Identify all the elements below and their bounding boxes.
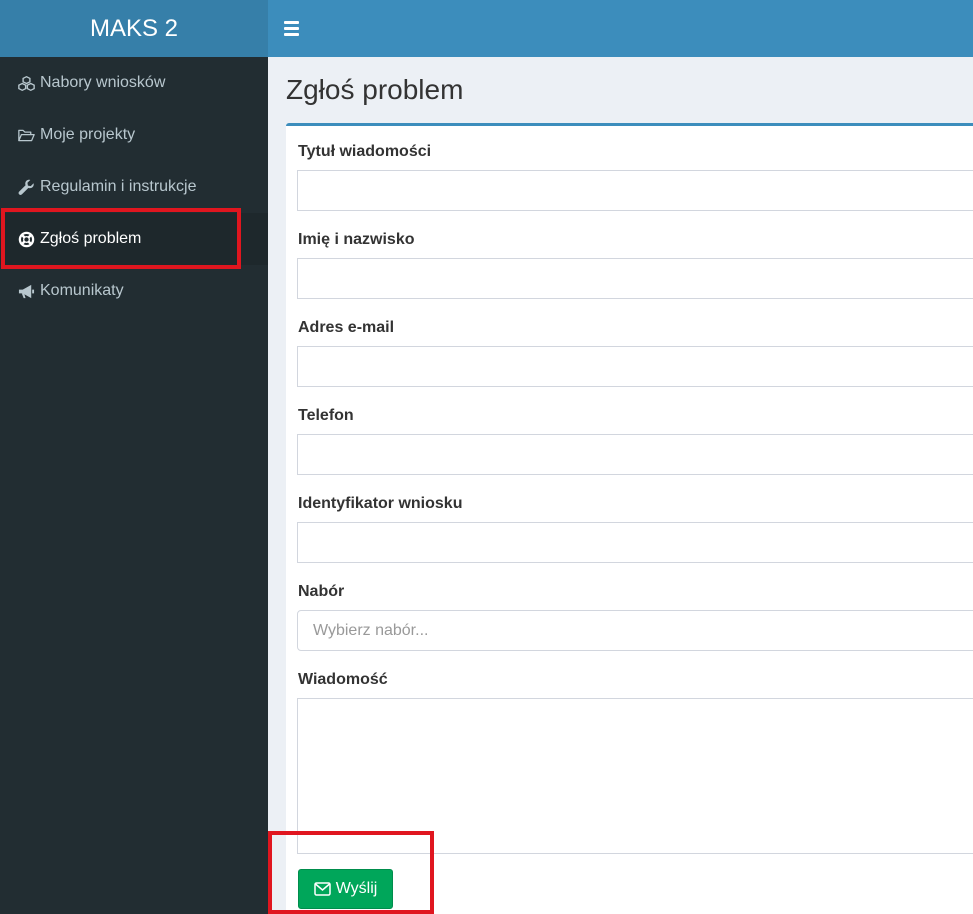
phone-label: Telefon (298, 407, 354, 424)
phone-input[interactable] (297, 434, 973, 475)
sidebar-item-zglos-problem[interactable]: Zgłoś problem (0, 213, 268, 265)
message-label: Wiadomość (298, 671, 388, 688)
wrench-icon (16, 178, 36, 196)
sidebar-item-komunikaty[interactable]: Komunikaty (0, 265, 268, 317)
problem-report-form: Tytuł wiadomości Imię i nazwisko Adres e… (286, 123, 973, 914)
send-button-label: Wyślij (335, 880, 378, 897)
sidebar-item-label: Nabory wniosków (40, 74, 166, 91)
title-input[interactable] (297, 170, 973, 211)
call-label: Nabór (298, 583, 345, 600)
life-ring-icon (16, 230, 36, 248)
folder-open-icon (16, 126, 36, 144)
name-label: Imię i nazwisko (298, 231, 415, 248)
bullhorn-icon (16, 282, 36, 300)
sidebar: MAKS 2 Nabory wniosków Moje projekty Reg… (0, 0, 268, 914)
name-input[interactable] (297, 258, 973, 299)
message-textarea[interactable] (297, 698, 973, 854)
title-label: Tytuł wiadomości (298, 143, 432, 160)
call-select-placeholder: Wybierz nabór... (313, 621, 429, 639)
page-title: Zgłoś problem (286, 74, 464, 105)
envelope-icon (313, 882, 331, 896)
sidebar-item-label: Regulamin i instrukcje (40, 178, 197, 195)
application-id-input[interactable] (297, 522, 973, 563)
sidebar-item-label: Zgłoś problem (40, 230, 142, 247)
cubes-icon (16, 74, 36, 92)
sidebar-item-nabory-wnioskow[interactable]: Nabory wniosków (0, 57, 268, 109)
send-button[interactable]: Wyślij (298, 869, 393, 909)
sidebar-item-moje-projekty[interactable]: Moje projekty (0, 109, 268, 161)
menu-toggle-icon[interactable] (284, 17, 304, 39)
email-label: Adres e-mail (298, 319, 395, 336)
application-id-label: Identyfikator wniosku (298, 495, 463, 512)
sidebar-item-regulamin[interactable]: Regulamin i instrukcje (0, 161, 268, 213)
call-select[interactable]: Wybierz nabór... (297, 610, 973, 651)
email-input[interactable] (297, 346, 973, 387)
app-logo[interactable]: MAKS 2 (0, 0, 268, 57)
sidebar-item-label: Komunikaty (40, 282, 124, 299)
sidebar-menu: Nabory wniosków Moje projekty Regulamin … (0, 57, 268, 317)
top-navbar (268, 0, 973, 57)
sidebar-item-label: Moje projekty (40, 126, 136, 143)
